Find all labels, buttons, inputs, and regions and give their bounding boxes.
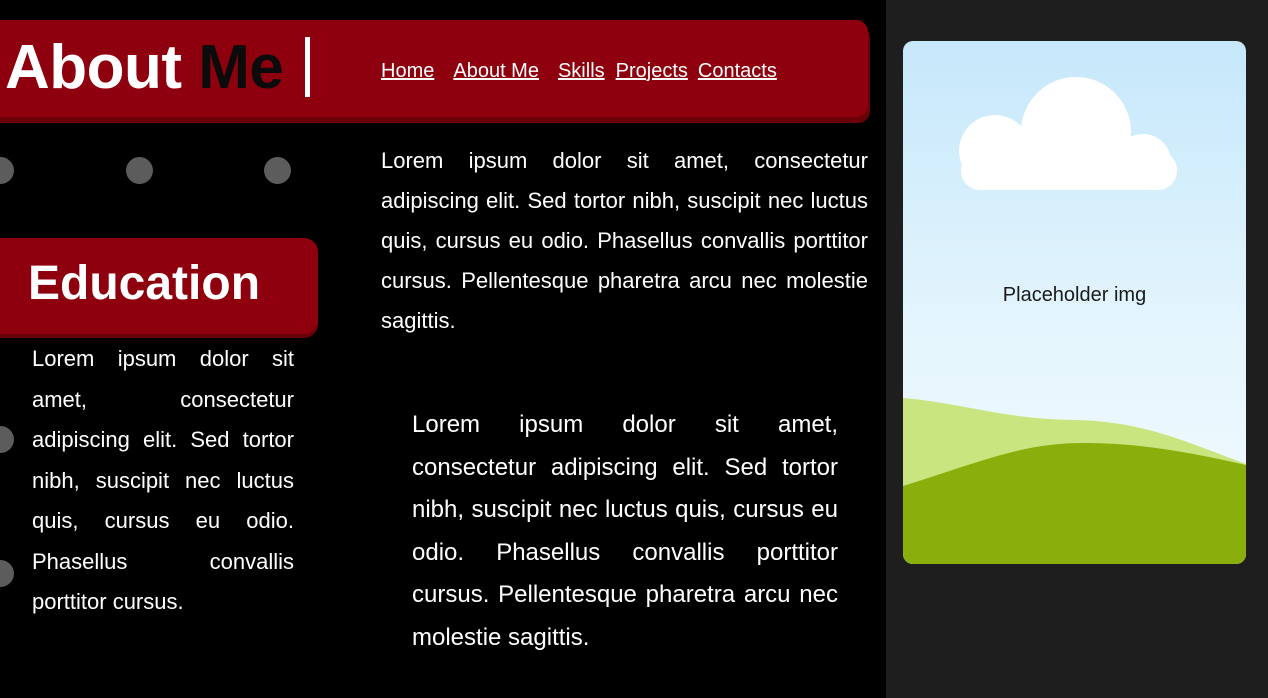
title-about: About (5, 33, 199, 102)
placeholder-image: Placeholder img (903, 41, 1246, 564)
main-nav: Home About Me Skills Projects Contacts (381, 57, 777, 85)
decorative-dot (0, 426, 14, 453)
decorative-dot (126, 157, 153, 184)
about-paragraph-1: Lorem ipsum dolor sit amet, consectetur … (381, 148, 868, 333)
page-title: About Me (5, 29, 284, 107)
placeholder-label: Placeholder img (1002, 284, 1147, 306)
nav-link-projects[interactable]: Projects (616, 60, 688, 83)
decorative-dot (0, 157, 14, 184)
about-paragraph-2: Lorem ipsum dolor sit amet, consectetur … (412, 411, 838, 651)
nav-link-skills[interactable]: Skills (558, 60, 605, 83)
nav-link-about-me[interactable]: About Me (453, 60, 539, 83)
decorative-dot (264, 157, 291, 184)
nav-link-home[interactable]: Home (381, 60, 434, 83)
title-me: Me (198, 33, 284, 102)
education-heading: Education (28, 257, 261, 310)
education-text: Lorem ipsum dolor sit amet, consectetur … (32, 346, 294, 614)
nav-link-contacts[interactable]: Contacts (698, 60, 777, 83)
typing-cursor (305, 37, 310, 97)
decorative-dot (0, 560, 14, 587)
page: About Me Home About Me Skills Projects C… (0, 0, 1268, 698)
